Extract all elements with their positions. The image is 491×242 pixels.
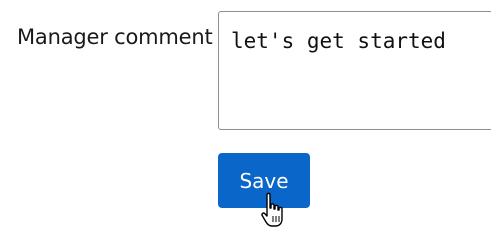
hand-pointer-icon [261,192,283,227]
manager-comment-textarea[interactable] [218,11,491,130]
manager-comment-label: Manager comment [17,25,213,49]
